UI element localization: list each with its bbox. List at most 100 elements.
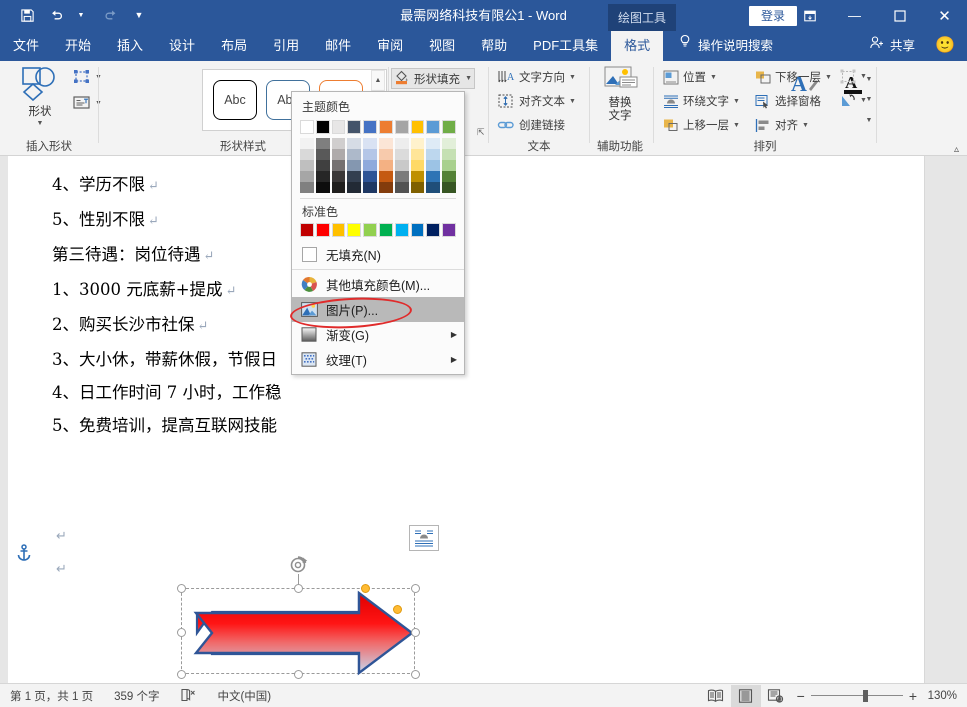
resize-handle-top-right[interactable] bbox=[411, 584, 420, 593]
resize-handle-bottom-left[interactable] bbox=[177, 670, 186, 679]
theme-color-swatch[interactable] bbox=[331, 120, 346, 134]
word-count-status[interactable]: 359 个字 bbox=[114, 688, 159, 704]
resize-handle-bottom-center[interactable] bbox=[294, 670, 303, 679]
menu-item-texture[interactable]: 纹理(T) ▶ bbox=[292, 347, 464, 372]
theme-color-swatch[interactable] bbox=[347, 120, 362, 134]
zoom-level-label[interactable]: 130% bbox=[923, 690, 957, 702]
tab-references[interactable]: 引用 bbox=[260, 31, 312, 61]
view-print-layout-button[interactable] bbox=[730, 685, 761, 707]
theme-variant-column[interactable] bbox=[315, 138, 330, 193]
zoom-slider[interactable] bbox=[810, 689, 903, 703]
rotate-button[interactable]: ▼ bbox=[840, 93, 867, 108]
undo-icon[interactable] bbox=[43, 4, 69, 28]
theme-color-swatch[interactable] bbox=[378, 120, 393, 134]
close-button[interactable]: ✕ bbox=[922, 0, 967, 31]
tab-format[interactable]: 格式 bbox=[611, 31, 664, 61]
zoom-out-button[interactable]: − bbox=[797, 688, 805, 704]
ribbon-display-options-icon[interactable] bbox=[787, 0, 832, 31]
resize-handle-middle-left[interactable] bbox=[177, 628, 186, 637]
theme-variant-column[interactable] bbox=[363, 138, 377, 193]
theme-color-variants[interactable] bbox=[300, 138, 456, 193]
tab-pdf-tools[interactable]: PDF工具集 bbox=[520, 31, 611, 61]
save-icon[interactable] bbox=[14, 4, 40, 28]
standard-color-swatch[interactable] bbox=[378, 223, 393, 237]
send-backward-caret-icon[interactable]: ▼ bbox=[825, 74, 832, 81]
position-caret-icon[interactable]: ▼ bbox=[710, 74, 717, 81]
language-status[interactable]: 中文(中国) bbox=[217, 688, 271, 704]
standard-color-swatch[interactable] bbox=[442, 223, 456, 237]
theme-color-swatch[interactable] bbox=[410, 120, 425, 134]
minimize-button[interactable]: — bbox=[832, 0, 877, 31]
zoom-in-button[interactable]: + bbox=[909, 688, 917, 704]
tab-layout[interactable]: 布局 bbox=[208, 31, 260, 61]
standard-colors-row[interactable] bbox=[300, 223, 456, 237]
theme-colors-row[interactable] bbox=[300, 120, 456, 134]
view-read-mode-button[interactable] bbox=[701, 685, 731, 707]
theme-color-swatch[interactable] bbox=[426, 120, 441, 134]
theme-color-swatch[interactable] bbox=[315, 120, 330, 134]
standard-color-swatch[interactable] bbox=[426, 223, 441, 237]
theme-variant-column[interactable] bbox=[331, 138, 346, 193]
view-web-layout-button[interactable] bbox=[761, 685, 791, 707]
text-direction-button[interactable]: A 文字方向 ▼ bbox=[497, 69, 576, 85]
rotate-caret-icon[interactable]: ▼ bbox=[860, 97, 867, 104]
align-text-caret-icon[interactable]: ▼ bbox=[569, 98, 576, 105]
theme-variant-column[interactable] bbox=[442, 138, 456, 193]
send-backward-button[interactable]: 下移一层 ▼ bbox=[755, 69, 832, 85]
bring-forward-caret-icon[interactable]: ▼ bbox=[733, 122, 740, 129]
position-button[interactable]: 位置 ▼ bbox=[663, 69, 717, 85]
adjust-handle-arrowhead[interactable] bbox=[361, 584, 370, 593]
shape-style-item[interactable]: Abc bbox=[213, 80, 257, 120]
standard-color-swatch[interactable] bbox=[347, 223, 362, 237]
alt-text-button[interactable]: 替换 文字 bbox=[596, 65, 644, 135]
align-button[interactable]: 对齐 ▼ bbox=[755, 117, 809, 133]
vertical-scroll-strip[interactable] bbox=[926, 156, 967, 683]
theme-variant-column[interactable] bbox=[394, 138, 409, 193]
resize-handle-middle-right[interactable] bbox=[411, 628, 420, 637]
standard-color-swatch[interactable] bbox=[410, 223, 425, 237]
feedback-smiley-icon[interactable]: 🙂 bbox=[935, 37, 955, 55]
wordart-dialog-launcher[interactable]: ⇱ bbox=[477, 127, 485, 138]
tab-view[interactable]: 视图 bbox=[416, 31, 468, 61]
resize-handle-bottom-right[interactable] bbox=[411, 670, 420, 679]
standard-colors-grid[interactable] bbox=[292, 223, 464, 237]
collapse-ribbon-icon[interactable]: ▵ bbox=[954, 144, 959, 155]
theme-color-swatch[interactable] bbox=[300, 120, 314, 134]
tab-design[interactable]: 设计 bbox=[156, 31, 208, 61]
selection-pane-button[interactable]: 选择窗格 bbox=[755, 93, 821, 109]
page-number-status[interactable]: 第 1 页，共 1 页 bbox=[10, 688, 93, 704]
menu-item-more-fill-colors[interactable]: 其他填充颜色(M)... bbox=[292, 272, 464, 297]
shape-fill-dropdown-menu[interactable]: 主题颜色 标准色 无填充(N) 其他填充颜色(M)... 图片(P)... 渐变… bbox=[289, 91, 465, 375]
standard-color-swatch[interactable] bbox=[394, 223, 409, 237]
share-button[interactable]: 共享 bbox=[869, 31, 915, 61]
standard-color-swatch[interactable] bbox=[363, 223, 377, 237]
maximize-button[interactable] bbox=[877, 0, 922, 31]
document-area[interactable]: 4、学历不限 ↵ 5、性别不限 ↵ 第三待遇：岗位待遇 ↵ 1、3000 元底薪+提成… bbox=[0, 156, 967, 683]
tab-insert[interactable]: 插入 bbox=[104, 31, 156, 61]
document-page[interactable]: 4、学历不限 ↵ 5、性别不限 ↵ 第三待遇：岗位待遇 ↵ 1、3000 元底薪+提成… bbox=[8, 156, 925, 683]
standard-color-swatch[interactable] bbox=[300, 223, 314, 237]
tell-me-search[interactable]: 操作说明搜索 bbox=[678, 31, 773, 61]
zoom-slider-knob[interactable] bbox=[862, 690, 868, 702]
resize-handle-top-left[interactable] bbox=[177, 584, 186, 593]
theme-variant-column[interactable] bbox=[378, 138, 393, 193]
standard-color-swatch[interactable] bbox=[315, 223, 330, 237]
theme-variant-column[interactable] bbox=[410, 138, 425, 193]
theme-color-swatch[interactable] bbox=[363, 120, 377, 134]
theme-variant-column[interactable] bbox=[300, 138, 314, 193]
align-caret-icon[interactable]: ▼ bbox=[802, 122, 809, 129]
layout-options-button[interactable] bbox=[409, 525, 439, 551]
standard-color-swatch[interactable] bbox=[331, 223, 346, 237]
bring-forward-button[interactable]: 上移一层 ▼ bbox=[663, 117, 740, 133]
gallery-scroll-up-icon[interactable]: ▲ bbox=[371, 70, 385, 90]
tab-home[interactable]: 开始 bbox=[52, 31, 104, 61]
shapes-caret-icon[interactable]: ▼ bbox=[37, 120, 44, 127]
align-text-button[interactable]: 对齐文本 ▼ bbox=[497, 93, 576, 109]
undo-dropdown-icon[interactable]: ▼ bbox=[68, 4, 94, 28]
wrap-text-button[interactable]: 环绕文字 ▼ bbox=[663, 93, 740, 109]
theme-color-swatch[interactable] bbox=[442, 120, 456, 134]
theme-variant-column[interactable] bbox=[426, 138, 441, 193]
tab-mailings[interactable]: 邮件 bbox=[312, 31, 364, 61]
wrap-text-caret-icon[interactable]: ▼ bbox=[733, 98, 740, 105]
tab-review[interactable]: 审阅 bbox=[364, 31, 416, 61]
